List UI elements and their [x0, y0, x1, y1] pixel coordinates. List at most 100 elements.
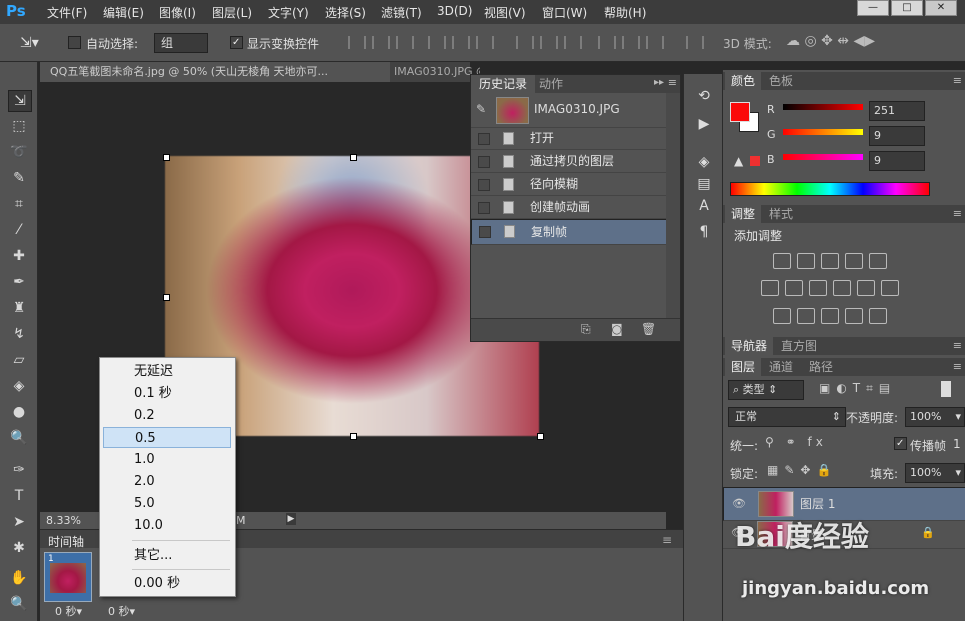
healing-brush-tool-icon[interactable]: ✚	[8, 246, 30, 266]
fill-input[interactable]: 100% ▾	[905, 463, 965, 483]
pen-tool-icon[interactable]: ✑	[8, 460, 30, 480]
align-bottom-icon[interactable]	[396, 36, 414, 49]
move-tool-icon[interactable]: ⇲	[8, 90, 32, 112]
align-right-icon[interactable]	[476, 36, 494, 49]
threshold-icon[interactable]	[821, 308, 839, 324]
3d-mode-icons[interactable]: ☁ ◎ ✥ ⇹ ◀▶	[786, 33, 875, 49]
vibrance-icon[interactable]	[869, 253, 887, 269]
dodge-tool-icon[interactable]: 🔍	[8, 428, 30, 448]
delay-option[interactable]: 5.0	[103, 493, 231, 514]
transform-handle[interactable]	[350, 433, 357, 440]
crop-tool-icon[interactable]: ⌗	[8, 194, 30, 214]
gradient-map-icon[interactable]	[869, 308, 887, 324]
delay-option[interactable]: 1.0	[103, 449, 231, 470]
layer-filter-icons[interactable]: ▣◐T⌗▤	[819, 381, 896, 396]
tab-navigator[interactable]: 导航器	[725, 337, 774, 355]
lock-icons[interactable]: ▦✎✥🔒	[767, 463, 837, 477]
channel-mixer-icon[interactable]	[857, 280, 875, 296]
tab-adjustments[interactable]: 调整	[725, 205, 762, 223]
auto-align-icon[interactable]	[686, 36, 704, 49]
transform-handle[interactable]	[537, 433, 544, 440]
propagate-frame-checkbox[interactable]	[894, 436, 907, 450]
distribute-top-icon[interactable]	[516, 36, 534, 49]
paragraph-panel-icon[interactable]: ¶	[694, 222, 714, 242]
auto-select-dropdown[interactable]: 组	[154, 33, 208, 53]
blur-tool-icon[interactable]: ●	[8, 402, 30, 422]
g-value-input[interactable]: 9	[869, 126, 925, 146]
color-lookup-icon[interactable]	[881, 280, 899, 296]
paint-bucket-tool-icon[interactable]: ◈	[8, 376, 30, 396]
foreground-color-swatch[interactable]	[730, 102, 750, 122]
delay-option-current[interactable]: 0.00 秒	[103, 573, 231, 594]
tab-history[interactable]: 历史记录	[471, 75, 536, 93]
type-tool-icon[interactable]: T	[8, 486, 30, 506]
color-spectrum-bar[interactable]	[730, 182, 930, 196]
3d-panel-icon[interactable]: ◈	[694, 152, 714, 172]
opacity-input[interactable]: 100% ▾	[905, 407, 965, 427]
history-item[interactable]: 打开	[471, 127, 666, 150]
history-scrollbar[interactable]	[666, 93, 680, 323]
history-item[interactable]: 通过拷贝的图层	[471, 150, 666, 173]
photo-filter-icon[interactable]	[833, 280, 851, 296]
clone-stamp-tool-icon[interactable]: ♜	[8, 298, 30, 318]
frame-delay[interactable]: 0 秒▾	[108, 603, 135, 619]
eraser-tool-icon[interactable]: ▱	[8, 350, 30, 370]
menu-file[interactable]: 文件(F)	[47, 4, 87, 21]
panel-menu-icon[interactable]: ≡	[953, 74, 962, 87]
properties-panel-icon[interactable]: ▤	[694, 174, 714, 194]
history-item-selected[interactable]: 复制帧	[471, 219, 680, 245]
menu-window[interactable]: 窗口(W)	[542, 4, 587, 21]
actions-panel-icon[interactable]: ▶	[694, 114, 714, 134]
distribute-bottom-icon[interactable]	[564, 36, 582, 49]
tab-paths[interactable]: 路径	[803, 358, 839, 376]
path-select-tool-icon[interactable]: ➤	[8, 512, 30, 532]
align-left-icon[interactable]	[428, 36, 446, 49]
history-brush-tool-icon[interactable]: ↯	[8, 324, 30, 344]
panel-menu-icon[interactable]: ≡	[668, 76, 677, 89]
transform-handle[interactable]	[163, 154, 170, 161]
collapse-icon[interactable]: ▸▸	[654, 77, 664, 88]
distribute-hcenter-icon[interactable]	[622, 36, 640, 49]
history-item[interactable]: 创建帧动画	[471, 196, 666, 219]
panel-menu-icon[interactable]: ≡	[953, 207, 962, 220]
tab-channels[interactable]: 通道	[763, 358, 799, 376]
hue-saturation-icon[interactable]	[761, 280, 779, 296]
hand-tool-icon[interactable]: ✋	[8, 568, 30, 588]
selective-color-icon[interactable]	[845, 308, 863, 324]
delay-option[interactable]: 10.0	[103, 515, 231, 536]
maximize-button[interactable]: □	[891, 0, 923, 16]
align-hcenter-icon[interactable]	[452, 36, 470, 49]
color-balance-icon[interactable]	[785, 280, 803, 296]
tab-swatches[interactable]: 色板	[763, 72, 799, 90]
menu-edit[interactable]: 编辑(E)	[103, 4, 144, 21]
menu-view[interactable]: 视图(V)	[484, 4, 526, 21]
tab-qq-screenshot[interactable]: QQ五笔截图未命名.jpg @ 50% (天山无棱角 天地亦可...	[40, 62, 390, 82]
delay-option[interactable]: 0.1 秒	[103, 383, 231, 404]
exposure-icon[interactable]	[845, 253, 863, 269]
transform-handle[interactable]	[350, 154, 357, 161]
trash-icon[interactable]: 🗑	[641, 322, 656, 336]
tab-histogram[interactable]: 直方图	[775, 337, 823, 355]
posterize-icon[interactable]	[797, 308, 815, 324]
filter-toggle[interactable]	[941, 381, 951, 397]
eyedropper-tool-icon[interactable]: ⁄	[8, 220, 30, 240]
lasso-tool-icon[interactable]: ➰	[8, 142, 30, 162]
align-top-icon[interactable]	[348, 36, 366, 49]
distribute-right-icon[interactable]	[646, 36, 664, 49]
brush-tool-icon[interactable]: ✒	[8, 272, 30, 292]
tab-actions[interactable]: 动作	[531, 75, 571, 93]
zoom-tool-icon[interactable]: 🔍	[8, 594, 30, 614]
panel-menu-icon[interactable]: ≡	[662, 533, 672, 547]
levels-icon[interactable]	[797, 253, 815, 269]
menu-layer[interactable]: 图层(L)	[212, 4, 252, 21]
layer-name[interactable]: 图层 1	[800, 496, 835, 512]
delay-option-selected[interactable]: 0.5	[103, 427, 231, 448]
history-item[interactable]: 径向模糊	[471, 173, 666, 196]
distribute-left-icon[interactable]	[598, 36, 616, 49]
shape-tool-icon[interactable]: ✱	[8, 538, 30, 558]
g-slider[interactable]	[783, 129, 863, 135]
show-transform-checkbox[interactable]	[230, 35, 243, 49]
menu-select[interactable]: 选择(S)	[325, 4, 366, 21]
tab-styles[interactable]: 样式	[763, 205, 799, 223]
delay-option[interactable]: 无延迟	[103, 361, 231, 382]
